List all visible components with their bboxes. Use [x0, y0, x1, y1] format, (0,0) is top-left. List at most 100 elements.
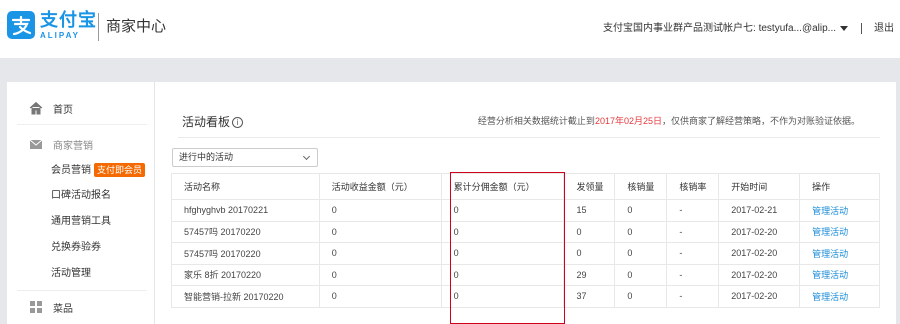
table-row: 家乐 8折 20170220 0 0 29 0 - 2017-02-20 管理活…: [171, 264, 880, 286]
logo-text-en: ALIPAY: [40, 31, 81, 40]
cell-commission: 0: [440, 221, 564, 243]
cell-issued: 0: [563, 242, 615, 265]
table-row: 智能营销-拉新 20170220 0 0 37 0 - 2017-02-20 管…: [171, 285, 880, 308]
table-row: 57457吗 20170220 0 0 0 0 - 2017-02-20 管理活…: [171, 221, 880, 243]
manage-activity-link[interactable]: 管理活动: [799, 264, 880, 286]
activity-status-select[interactable]: 进行中的活动: [172, 148, 318, 167]
cell-activity-name: 57457吗 20170220: [171, 242, 320, 265]
cell-issued: 29: [563, 264, 615, 286]
cell-redeem-rate: -: [666, 199, 719, 222]
col-redeemed[interactable]: 核销量: [614, 173, 667, 200]
logo-divider: [98, 13, 99, 41]
sidebar-item-activity-manage[interactable]: 活动管理: [51, 267, 91, 281]
cell-commission: 0: [440, 264, 564, 286]
manage-activity-link[interactable]: 管理活动: [799, 242, 880, 265]
cell-redeem-rate: -: [666, 264, 719, 286]
cell-redeemed: 0: [614, 221, 667, 243]
logo-text-cn: 支付宝: [40, 10, 97, 30]
merchant-center-title: 商家中心: [106, 18, 167, 35]
sidebar-item-label: 首页: [53, 104, 73, 116]
sidebar-item-dishes[interactable]: 菜品: [29, 299, 73, 315]
col-activity-name[interactable]: 活动名称: [171, 173, 320, 200]
col-actions: 操作: [799, 173, 880, 200]
sidebar-item-label: 会员营销: [51, 165, 91, 176]
data-notice: 经营分析相关数据统计截止到2017年02月25日，仅供商家了解经营策略，不作为对…: [478, 115, 860, 127]
cell-start-time: 2017-02-20: [718, 221, 800, 243]
col-issued[interactable]: 发领量: [563, 173, 615, 200]
cell-activity-name: 家乐 8折 20170220: [171, 264, 320, 286]
col-redeem-rate[interactable]: 核销率: [666, 173, 719, 200]
cell-issued: 0: [563, 221, 615, 243]
sidebar-item-voucher-verify[interactable]: 兑换券验券: [51, 241, 101, 255]
col-start-time[interactable]: 开始时间: [718, 173, 800, 200]
sidebar-item-label: 菜品: [53, 303, 73, 315]
cell-revenue: 0: [318, 199, 442, 222]
activity-table: 活动名称 活动收益金额（元） 累计分佣金额（元） 发领量 核销量 核销率 开始时…: [171, 173, 880, 308]
cell-activity-name: 智能营销-拉新 20170220: [171, 285, 320, 308]
pay-member-badge: 支付即会员: [94, 163, 146, 177]
left-gutter: [0, 82, 7, 324]
logout-link[interactable]: 退出: [874, 22, 894, 36]
table-header-row: 活动名称 活动收益金额（元） 累计分佣金额（元） 发领量 核销量 核销率 开始时…: [171, 173, 880, 200]
table-row: hfghyghvb 20170221 0 0 15 0 - 2017-02-21…: [171, 199, 880, 222]
panel-divider: [178, 137, 880, 138]
cell-revenue: 0: [318, 221, 442, 243]
manage-activity-link[interactable]: 管理活动: [799, 285, 880, 308]
notice-suffix: ，仅供商家了解经营策略，不作为对账验证依据。: [661, 116, 860, 126]
cell-commission: 0: [440, 285, 564, 308]
sidebar-divider: [17, 290, 147, 291]
notice-date: 2017年02月25日: [594, 116, 662, 126]
home-icon: [29, 101, 43, 115]
table-row: 57457吗 20170220 0 0 0 0 - 2017-02-20 管理活…: [171, 242, 880, 265]
account-menu[interactable]: 支付宝国内事业群产品测试帐户七: testyufa...@alip...: [603, 22, 848, 36]
account-name: 支付宝国内事业群产品测试帐户七: testyufa...@alip...: [603, 23, 836, 34]
sidebar-item-member-marketing[interactable]: 会员营销 支付即会员: [51, 163, 146, 178]
header-divider: [861, 23, 862, 34]
header-gray-band: [0, 58, 900, 82]
cell-redeemed: 0: [614, 199, 667, 222]
panel-title: 活动看板 i: [182, 114, 244, 130]
right-gutter: [896, 82, 900, 324]
chevron-down-icon: [302, 152, 311, 161]
cell-revenue: 0: [318, 285, 442, 308]
cell-redeemed: 0: [614, 242, 667, 265]
sidebar-item-marketing-tools[interactable]: 通用营销工具: [51, 215, 111, 229]
cell-start-time: 2017-02-20: [718, 242, 800, 265]
cell-issued: 15: [563, 199, 615, 222]
col-revenue[interactable]: 活动收益金额（元）: [318, 173, 442, 200]
col-commission[interactable]: 累计分佣金额（元）: [440, 173, 564, 200]
cell-redeemed: 0: [614, 285, 667, 308]
cell-redeem-rate: -: [666, 242, 719, 265]
info-icon[interactable]: i: [232, 116, 244, 128]
sidebar-item-home[interactable]: 首页: [29, 100, 73, 116]
cell-redeem-rate: -: [666, 221, 719, 243]
sidebar-divider: [17, 124, 147, 125]
grid-icon: [29, 300, 43, 314]
sidebar-group-label: 商家营销: [53, 140, 93, 152]
cell-activity-name: 57457吗 20170220: [171, 221, 320, 243]
cell-redeemed: 0: [614, 264, 667, 286]
chevron-down-icon: [840, 25, 848, 31]
cell-start-time: 2017-02-20: [718, 264, 800, 286]
cell-start-time: 2017-02-21: [718, 199, 800, 222]
select-value: 进行中的活动: [179, 152, 234, 162]
cell-start-time: 2017-02-20: [718, 285, 800, 308]
cell-activity-name: hfghyghvb 20170221: [171, 199, 320, 222]
cell-redeem-rate: -: [666, 285, 719, 308]
panel-title-text: 活动看板: [182, 115, 231, 129]
cell-commission: 0: [440, 242, 564, 265]
manage-activity-link[interactable]: 管理活动: [799, 221, 880, 243]
alipay-logo-icon[interactable]: [7, 11, 35, 39]
manage-activity-link[interactable]: 管理活动: [799, 199, 880, 222]
mail-icon: [29, 137, 43, 151]
alipay-glyph: [11, 15, 32, 36]
cell-issued: 37: [563, 285, 615, 308]
top-header: 支付宝 ALIPAY 商家中心 支付宝国内事业群产品测试帐户七: testyuf…: [0, 0, 900, 58]
sidebar-group-marketing[interactable]: 商家营销: [29, 136, 93, 152]
sidebar-item-koubei-signup[interactable]: 口碑活动报名: [51, 189, 111, 203]
notice-prefix: 经营分析相关数据统计截止到: [477, 116, 595, 126]
sidebar: 首页 商家营销 会员营销 支付即会员 口碑活动报名 通用营销工具 兑换券验券 活动…: [7, 82, 155, 324]
cell-commission: 0: [440, 199, 564, 222]
cell-revenue: 0: [318, 242, 442, 265]
main-content: 活动看板 i 经营分析相关数据统计截止到2017年02月25日，仅供商家了解经营策…: [156, 82, 896, 324]
